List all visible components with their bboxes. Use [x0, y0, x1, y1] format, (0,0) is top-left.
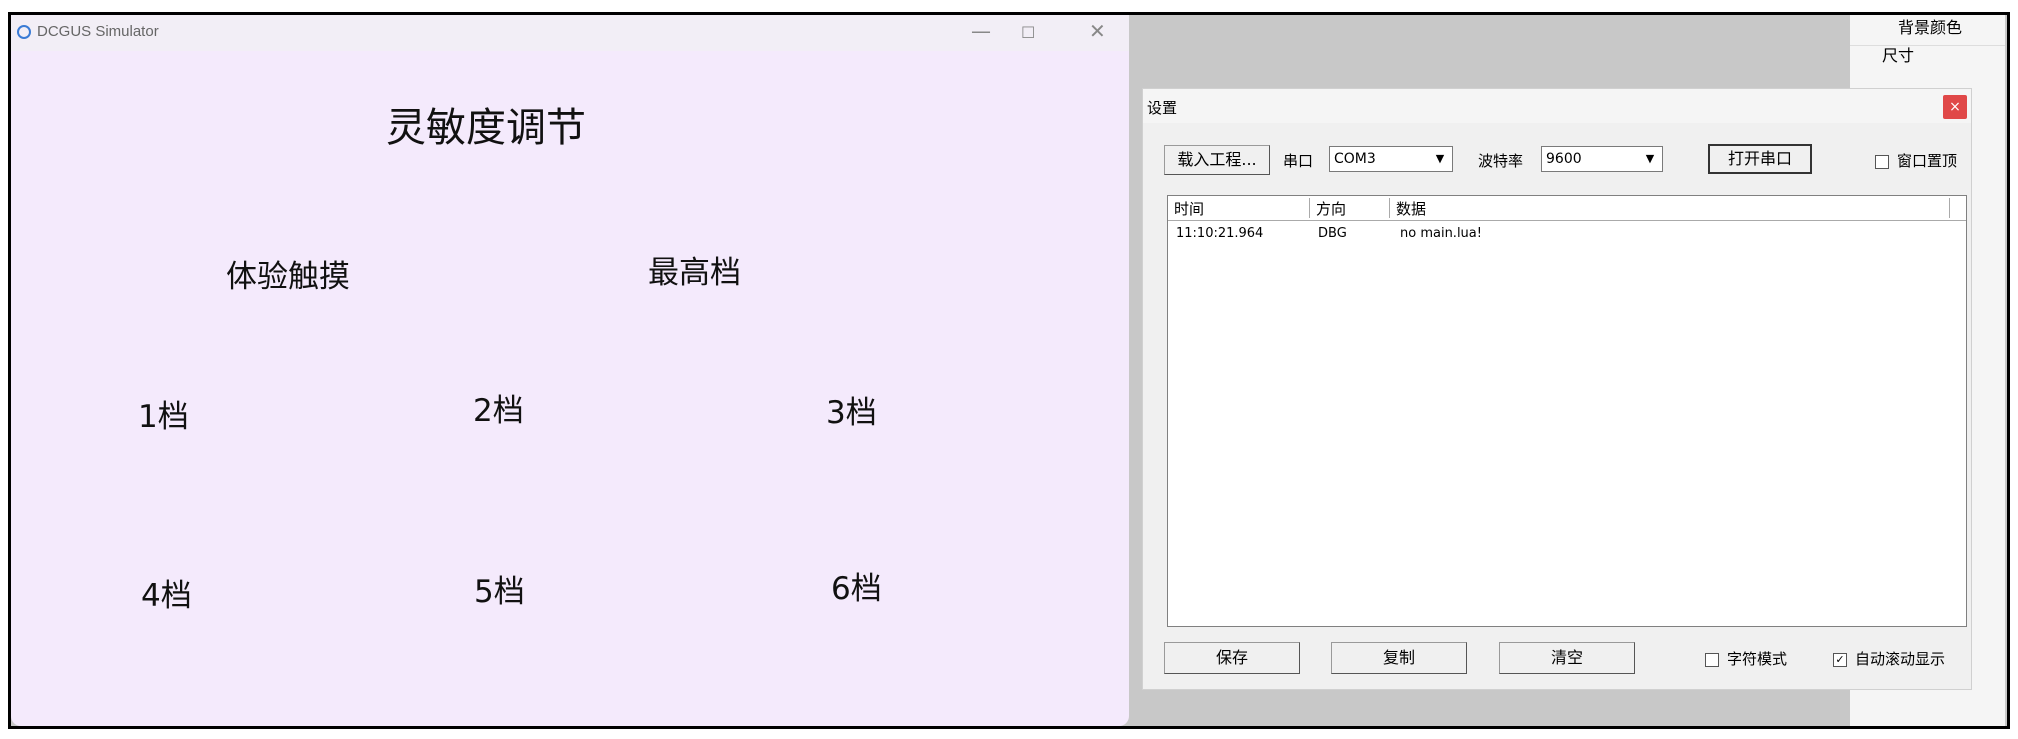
- level-6-button[interactable]: 6档: [831, 563, 882, 608]
- copy-button[interactable]: 复制: [1331, 642, 1467, 674]
- check-icon: ✓: [1833, 652, 1847, 667]
- char-mode-checkbox[interactable]: 字符模式: [1705, 648, 1787, 669]
- simulator-titlebar: DCGUS Simulator — ☐ ✕: [11, 15, 1129, 51]
- close-icon[interactable]: ×: [1943, 95, 1967, 119]
- char-mode-label: 字符模式: [1727, 650, 1788, 668]
- chevron-down-icon: ▼: [1645, 152, 1655, 165]
- baud-label: 波特率: [1478, 152, 1524, 170]
- port-label: 串口: [1283, 152, 1314, 170]
- baud-value: 9600: [1546, 151, 1582, 167]
- clear-button[interactable]: 清空: [1499, 642, 1635, 674]
- minimize-icon[interactable]: —: [971, 19, 991, 43]
- prop-bg-color[interactable]: 背景颜色: [1898, 14, 1962, 38]
- col-direction[interactable]: 方向: [1310, 198, 1390, 218]
- level-4-button[interactable]: 4档: [141, 570, 192, 615]
- property-divider: [1850, 45, 2005, 46]
- maximize-icon[interactable]: ☐: [1021, 23, 1035, 42]
- settings-dialog: 设置 × 载入工程... 串口 COM3 ▼ 波特率 9600 ▼ 打开串口 窗…: [1142, 88, 1972, 690]
- open-port-button[interactable]: 打开串口: [1708, 144, 1812, 174]
- load-project-button[interactable]: 载入工程...: [1164, 145, 1270, 175]
- col-time[interactable]: 时间: [1168, 198, 1310, 218]
- settings-title: 设置: [1147, 99, 1178, 117]
- checkbox-box: [1875, 154, 1889, 169]
- checkbox-box: [1705, 652, 1719, 667]
- level-5-button[interactable]: 5档: [474, 566, 525, 611]
- auto-scroll-checkbox[interactable]: ✓ 自动滚动显示: [1833, 648, 1945, 669]
- close-icon[interactable]: ✕: [1089, 19, 1106, 43]
- level-2-button[interactable]: 2档: [473, 385, 524, 430]
- window-top-checkbox[interactable]: 窗口置顶: [1875, 150, 1957, 171]
- chevron-down-icon: ▼: [1435, 152, 1445, 165]
- log-table-header: 时间 方向 数据: [1168, 196, 1966, 221]
- page-title: 灵敏度调节: [386, 105, 586, 151]
- app-icon: [17, 25, 31, 39]
- row-time: 11:10:21.964: [1176, 226, 1264, 241]
- window-top-label: 窗口置顶: [1897, 152, 1958, 170]
- simulator-window: DCGUS Simulator — ☐ ✕ 灵敏度调节 体验触摸 最高档 1档 …: [11, 15, 1129, 726]
- level-1-button[interactable]: 1档: [138, 391, 189, 436]
- simulator-title: DCGUS Simulator: [37, 23, 159, 40]
- highest-level-button[interactable]: 最高档: [648, 247, 741, 292]
- prop-size[interactable]: 尺寸: [1882, 42, 1914, 66]
- baud-select[interactable]: 9600 ▼: [1541, 146, 1663, 172]
- row-direction: DBG: [1318, 226, 1347, 241]
- save-button[interactable]: 保存: [1164, 642, 1300, 674]
- row-data: no main.lua!: [1400, 226, 1482, 241]
- port-select[interactable]: COM3 ▼: [1329, 146, 1453, 172]
- level-3-button[interactable]: 3档: [826, 387, 877, 432]
- log-table[interactable]: 时间 方向 数据 11:10:21.964 DBG no main.lua!: [1167, 195, 1967, 627]
- settings-titlebar: 设置 ×: [1143, 89, 1971, 123]
- port-value: COM3: [1334, 151, 1376, 167]
- col-data[interactable]: 数据: [1390, 198, 1950, 218]
- trial-touch-button[interactable]: 体验触摸: [226, 251, 350, 296]
- auto-scroll-label: 自动滚动显示: [1855, 650, 1946, 668]
